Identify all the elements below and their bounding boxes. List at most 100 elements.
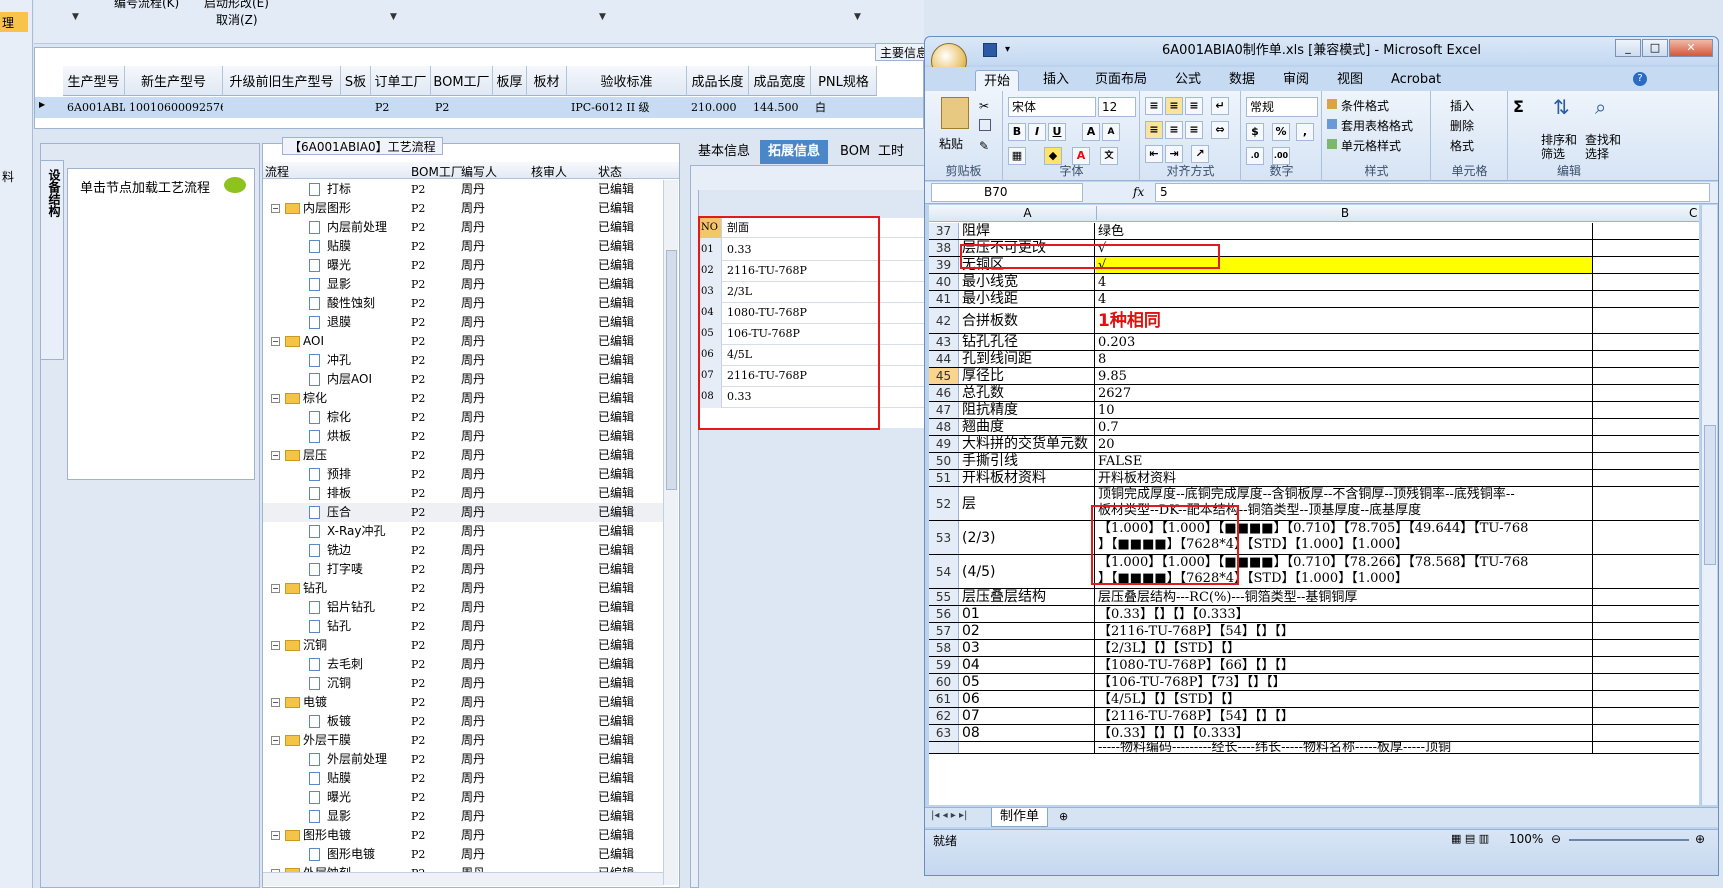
- col-header-c[interactable]: C: [1689, 206, 1697, 220]
- cell-a[interactable]: 开料板材资料: [960, 470, 1095, 486]
- cell-a[interactable]: [960, 742, 1095, 753]
- cell-a[interactable]: 06: [960, 691, 1095, 707]
- row-number[interactable]: 55: [929, 589, 959, 605]
- cell-b[interactable]: 【4/5L】【】【STD】【】: [1096, 691, 1593, 707]
- sheet-row[interactable]: 53 (2/3) 【1.000】【1.000】【■■■■】【0.710】【78.70…: [929, 521, 1699, 555]
- cell-b[interactable]: 【0.33】【】【】【0.333】: [1096, 725, 1593, 741]
- grid-col-header[interactable]: 生产型号: [63, 66, 125, 96]
- name-box[interactable]: B70: [931, 183, 1083, 202]
- sheet-row[interactable]: 45 厚径比 9.85: [929, 368, 1699, 385]
- delete-cells-button[interactable]: 删除: [1450, 117, 1474, 134]
- row-number[interactable]: 43: [929, 334, 959, 350]
- paste-button[interactable]: 粘贴: [939, 135, 963, 152]
- grid-col-header[interactable]: 成品长度: [687, 66, 749, 96]
- cell-b[interactable]: 8: [1096, 351, 1593, 367]
- row-number[interactable]: 62: [929, 708, 959, 724]
- percent-icon[interactable]: %: [1272, 123, 1290, 141]
- shrink-font-icon[interactable]: A: [1102, 123, 1120, 141]
- row-number[interactable]: 52: [929, 487, 959, 520]
- tree-col-bom[interactable]: BOM工厂: [411, 163, 463, 180]
- ribbon-tab-insert[interactable]: 插入: [1035, 69, 1077, 91]
- bold-icon[interactable]: B: [1008, 123, 1026, 141]
- tab-basic-info[interactable]: 基本信息: [690, 140, 758, 164]
- zoom-level[interactable]: 100%: [1509, 832, 1543, 846]
- cell-b[interactable]: 【2116-TU-768P】【54】【】【】: [1096, 623, 1593, 639]
- sheet-row[interactable]: 49 大料拼的交货单元数 20: [929, 436, 1699, 453]
- menu-item-change[interactable]: 启动形改(E): [204, 0, 269, 11]
- align-left-icon[interactable]: ≡: [1145, 121, 1163, 139]
- tree-row[interactable]: 板镀 P2 周丹 已编辑: [263, 712, 663, 731]
- sheet-row[interactable]: 56 01 【0.33】【】【】【0.333】: [929, 606, 1699, 623]
- collapse-icon[interactable]: −: [271, 204, 280, 213]
- grid-col-header[interactable]: PNL规格: [811, 66, 877, 96]
- ribbon-tab-formulas[interactable]: 公式: [1167, 69, 1209, 91]
- sheet-row[interactable]: 50 手撕引线 FALSE: [929, 453, 1699, 470]
- zoom-out-icon[interactable]: ⊖: [1551, 832, 1561, 846]
- sort-filter-button[interactable]: 排序和筛选: [1541, 133, 1585, 161]
- tree-row[interactable]: 贴膜 P2 周丹 已编辑: [263, 237, 663, 256]
- cut-icon[interactable]: ✂: [979, 99, 989, 113]
- tree-row[interactable]: 沉铜 P2 周丹 已编辑: [263, 674, 663, 693]
- align-middle-icon[interactable]: ≡: [1165, 97, 1183, 115]
- formula-input[interactable]: 5: [1155, 183, 1710, 202]
- tree-row[interactable]: − 棕化 P2 周丹 已编辑: [263, 389, 663, 408]
- sheet-row[interactable]: 54 (4/5) 【1.000】【1.000】【■■■■】【0.710】【78.26…: [929, 555, 1699, 589]
- sheet-row[interactable]: 58 03 【2/3L】【】【STD】【】: [929, 640, 1699, 657]
- merge-center-icon[interactable]: ⇔: [1211, 121, 1229, 139]
- row-number[interactable]: 39: [929, 257, 959, 273]
- grid-col-header[interactable]: 新生产型号: [125, 66, 223, 96]
- sort-filter-icon[interactable]: ⇅: [1553, 95, 1570, 119]
- help-icon[interactable]: ?: [1633, 72, 1647, 86]
- sheet-row[interactable]: 51 开料板材资料 开料板材资料: [929, 470, 1699, 487]
- cell-a[interactable]: 钻孔孔径: [960, 334, 1095, 350]
- collapse-icon[interactable]: −: [271, 831, 280, 840]
- sheet-row[interactable]: 42 合拼板数 1种相同: [929, 308, 1699, 334]
- decrease-indent-icon[interactable]: ⇤: [1145, 145, 1163, 163]
- row-number[interactable]: 50: [929, 453, 959, 469]
- cell-b[interactable]: 【106-TU-768P】【73】【】【】: [1096, 674, 1593, 690]
- cell-b[interactable]: 10: [1096, 402, 1593, 418]
- comment-bubble-icon[interactable]: [224, 177, 246, 193]
- cell-b[interactable]: 4: [1096, 291, 1593, 307]
- tree-col-flow[interactable]: 流程: [265, 163, 289, 180]
- tree-row[interactable]: 冲孔 P2 周丹 已编辑: [263, 351, 663, 370]
- tree-row[interactable]: 内层AOI P2 周丹 已编辑: [263, 370, 663, 389]
- row-number[interactable]: 44: [929, 351, 959, 367]
- tree-row[interactable]: 贴膜 P2 周丹 已编辑: [263, 769, 663, 788]
- col-header-a[interactable]: A: [960, 206, 1095, 220]
- quick-access-dropdown-icon[interactable]: ▾: [1005, 44, 1010, 55]
- row-number[interactable]: 54: [929, 555, 959, 588]
- tree-row[interactable]: 去毛刺 P2 周丹 已编辑: [263, 655, 663, 674]
- cell-b[interactable]: 9.85: [1096, 368, 1593, 384]
- conditional-format-button[interactable]: 条件格式: [1341, 97, 1389, 114]
- tree-col-status[interactable]: 状态: [598, 163, 622, 180]
- align-right-icon[interactable]: ≡: [1185, 121, 1203, 139]
- view-buttons-icon[interactable]: ▦ ▤ ▥: [1451, 832, 1489, 845]
- row-number[interactable]: 56: [929, 606, 959, 622]
- tree-col-author[interactable]: 编写人: [461, 163, 497, 180]
- grid-col-header[interactable]: 板材: [527, 66, 567, 96]
- ribbon-tab-data[interactable]: 数据: [1221, 69, 1263, 91]
- zoom-slider[interactable]: [1569, 839, 1689, 841]
- row-number[interactable]: 49: [929, 436, 959, 452]
- tab-work-hours[interactable]: 工时: [870, 140, 912, 164]
- grid-cell[interactable]: P2: [375, 97, 431, 118]
- grid-col-header[interactable]: 验收标准: [567, 66, 687, 96]
- cancel-button[interactable]: 取消(Z): [216, 11, 258, 28]
- tree-row[interactable]: 酸性蚀刻 P2 周丹 已编辑: [263, 294, 663, 313]
- maximize-button[interactable]: □: [1642, 39, 1668, 57]
- sheet-row[interactable]: 57 02 【2116-TU-768P】【54】【】【】: [929, 623, 1699, 640]
- collapse-icon[interactable]: −: [271, 337, 280, 346]
- number-format-combo[interactable]: 常规: [1246, 97, 1318, 117]
- dropdown-arrow-icon[interactable]: ▼: [390, 12, 397, 22]
- font-size-combo[interactable]: 12: [1098, 97, 1136, 117]
- cell-b[interactable]: 层压叠层结构---RC(%)---铜箔类型--基铜铜厚: [1096, 589, 1593, 605]
- tree-row[interactable]: 钻孔 P2 周丹 已编辑: [263, 617, 663, 636]
- cell-a[interactable]: 最小线距: [960, 291, 1095, 307]
- col-header-b[interactable]: B: [1096, 206, 1593, 220]
- row-number[interactable]: 46: [929, 385, 959, 401]
- cell-styles-button[interactable]: 单元格样式: [1341, 137, 1401, 154]
- italic-icon[interactable]: I: [1028, 123, 1046, 141]
- grid-col-header[interactable]: BOM工厂: [431, 66, 493, 96]
- grid-cell[interactable]: [497, 97, 527, 118]
